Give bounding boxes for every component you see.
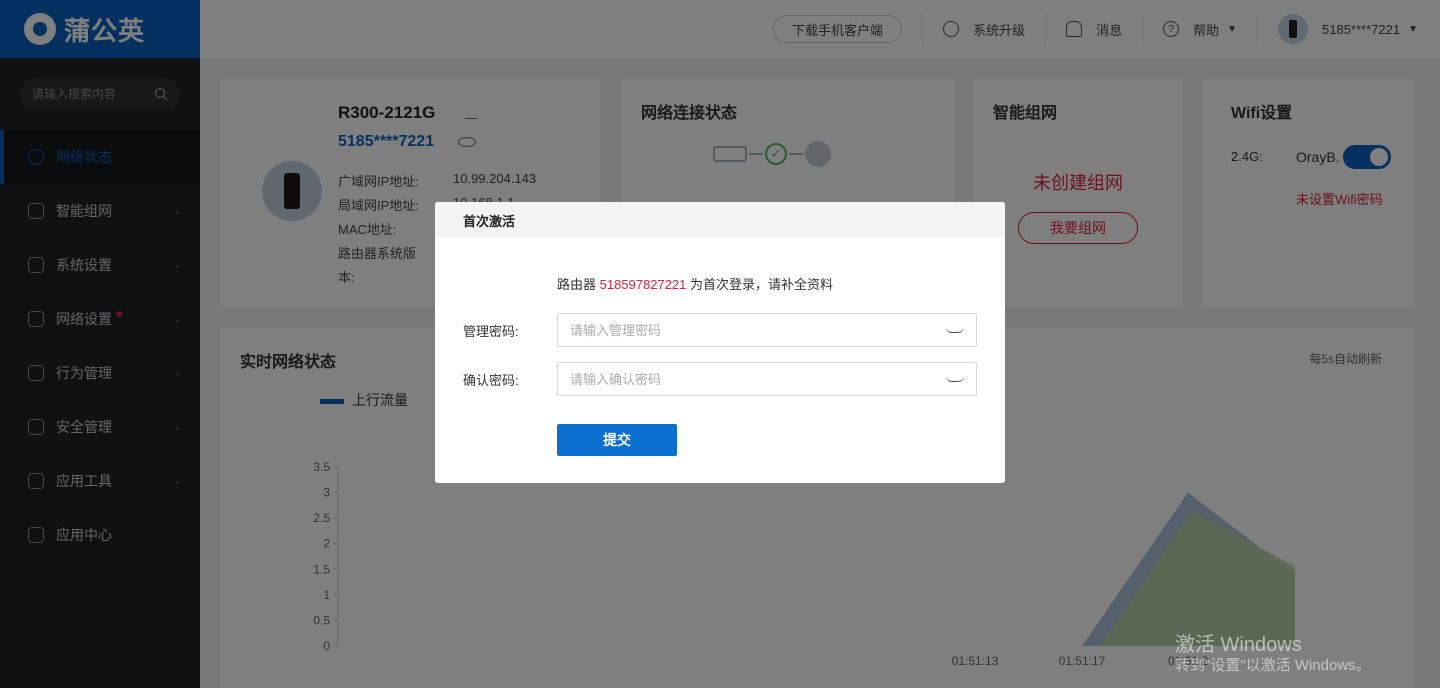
dialog-title: 首次激活 [435,202,1005,238]
windows-activation-title: 激活 Windows [1175,634,1302,656]
confirm-password-field [557,362,977,396]
admin-password-field [557,313,977,347]
admin-password-label: 管理密码: [463,324,519,339]
message-sn: 518597827221 [599,277,687,292]
message-prefix: 路由器 [557,277,600,292]
message-suffix: 为首次登录，请补全资料 [686,277,834,292]
eye-closed-icon[interactable] [946,327,964,333]
confirm-password-label: 确认密码: [463,373,519,388]
windows-activation-hint: 转到"设置"以激活 Windows。 [1175,657,1371,674]
submit-button[interactable]: 提交 [557,424,677,456]
confirm-password-input[interactable] [570,371,910,387]
eye-closed-icon[interactable] [946,376,964,382]
dialog-message: 路由器 518597827221 为首次登录，请补全资料 [435,274,1005,293]
admin-password-input[interactable] [570,322,910,338]
first-activation-dialog: 首次激活 路由器 518597827221 为首次登录，请补全资料 管理密码: … [435,202,1005,483]
